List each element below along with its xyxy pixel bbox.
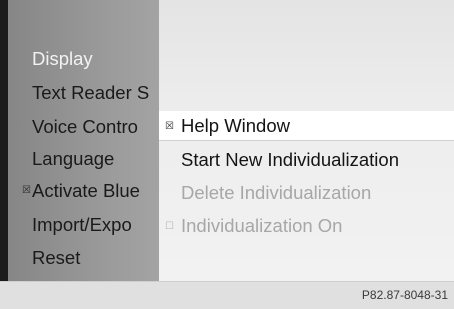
menu-item-label: Text Reader S bbox=[32, 82, 150, 103]
system-settings-menu: Display Text Reader S Voice Contro Langu… bbox=[8, 0, 159, 281]
submenu-item-help-window[interactable]: ☒ Help Window bbox=[159, 111, 454, 141]
checkbox-checked-icon: ☒ bbox=[165, 121, 174, 132]
menu-item-label: Language bbox=[32, 148, 115, 169]
menu-item-activate-bluetooth[interactable]: ☒ Activate Blue bbox=[8, 176, 140, 206]
submenu-item-start-new-individualization[interactable]: Start New Individualization bbox=[159, 145, 454, 175]
voice-control-submenu: ☒ Help Window Start New Individualizatio… bbox=[159, 0, 454, 281]
figure-footer: P82.87-8048-31 bbox=[0, 281, 454, 309]
menu-item-reset[interactable]: Reset bbox=[8, 243, 80, 273]
submenu-item-label: Individualization On bbox=[181, 215, 343, 236]
submenu-item-label: Help Window bbox=[181, 115, 290, 136]
submenu-item-label: Start New Individualization bbox=[181, 149, 399, 170]
menu-item-label: Activate Blue bbox=[32, 180, 140, 201]
submenu-item-label: Delete Individualization bbox=[181, 182, 372, 203]
menu-item-label: Reset bbox=[32, 247, 81, 268]
checkbox-checked-icon: ☒ bbox=[22, 185, 31, 196]
menu-item-label: Import/Expo bbox=[32, 214, 132, 235]
menu-item-label: Voice Contro bbox=[32, 116, 138, 137]
menu-item-import-export[interactable]: Import/Expo bbox=[8, 210, 132, 240]
figure-reference-code: P82.87-8048-31 bbox=[361, 288, 448, 302]
menu-item-text-reader[interactable]: Text Reader S bbox=[8, 78, 149, 108]
menu-item-label: Display bbox=[32, 48, 93, 69]
submenu-item-delete-individualization: Delete Individualization bbox=[159, 178, 454, 208]
submenu-item-individualization-on: ☐ Individualization On bbox=[159, 211, 454, 241]
comand-settings-screen: Display Text Reader S Voice Contro Langu… bbox=[0, 0, 454, 309]
menu-item-voice-control[interactable]: Voice Contro bbox=[8, 112, 138, 142]
menu-item-display[interactable]: Display bbox=[8, 44, 93, 74]
screen-frame-edge bbox=[0, 0, 8, 281]
menu-item-language[interactable]: Language bbox=[8, 144, 114, 174]
checkbox-unchecked-icon: ☐ bbox=[165, 221, 174, 232]
